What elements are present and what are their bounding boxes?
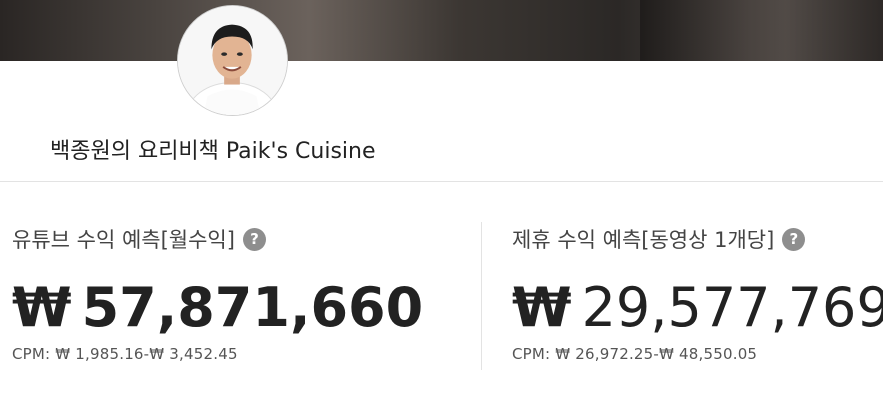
- section-divider: [0, 181, 883, 182]
- sponsor-revenue-title: 제휴 수익 예측[동영상 1개당]: [512, 228, 775, 252]
- youtube-revenue-panel: 유튜브 수익 예측[월수익] ? ₩57,871,660 CPM: ₩ 1,98…: [12, 222, 472, 363]
- currency-symbol: ₩: [512, 276, 572, 339]
- sponsor-cpm-range: CPM: ₩ 26,972.25-₩ 48,550.05: [512, 345, 758, 363]
- youtube-revenue-amount: ₩57,871,660: [12, 276, 472, 340]
- help-icon[interactable]: ?: [242, 227, 266, 251]
- sponsor-revenue-amount: ₩29,577,769: [512, 276, 883, 340]
- channel-avatar[interactable]: [177, 5, 288, 116]
- sponsor-revenue-value: 29,577,769: [581, 276, 883, 339]
- channel-name: 백종원의 요리비책 Paik's Cuisine: [50, 139, 376, 164]
- panel-separator: [481, 222, 482, 370]
- sponsor-revenue-panel: 제휴 수익 예측[동영상 1개당] ? ₩29,577,769 CPM: ₩ 2…: [512, 222, 883, 363]
- sponsor-revenue-title-row: 제휴 수익 예측[동영상 1개당] ?: [512, 222, 882, 256]
- chef-portrait-image: [178, 6, 287, 115]
- channel-banner: [0, 0, 883, 61]
- help-icon[interactable]: ?: [782, 227, 806, 251]
- currency-symbol: ₩: [12, 276, 72, 339]
- youtube-revenue-title: 유튜브 수익 예측[월수익]: [12, 228, 235, 252]
- youtube-cpm-range: CPM: ₩ 1,985.16-₩ 3,452.45: [12, 345, 238, 363]
- youtube-revenue-title-row: 유튜브 수익 예측[월수익] ?: [12, 222, 472, 256]
- youtube-revenue-value: 57,871,660: [81, 276, 424, 339]
